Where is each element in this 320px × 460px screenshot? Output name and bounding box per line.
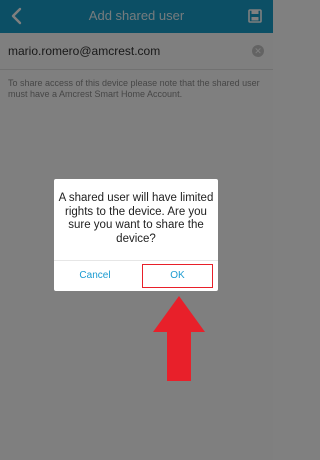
add-shared-user-screen: Add shared user mario.romero@amcrest.com…	[0, 0, 273, 460]
arrow-up-icon	[153, 296, 205, 381]
cancel-button[interactable]: Cancel	[54, 261, 136, 291]
dialog-message: A shared user will have limited rights t…	[58, 192, 214, 245]
ok-button[interactable]: OK	[142, 264, 213, 288]
confirm-share-dialog: A shared user will have limited rights t…	[54, 179, 218, 291]
